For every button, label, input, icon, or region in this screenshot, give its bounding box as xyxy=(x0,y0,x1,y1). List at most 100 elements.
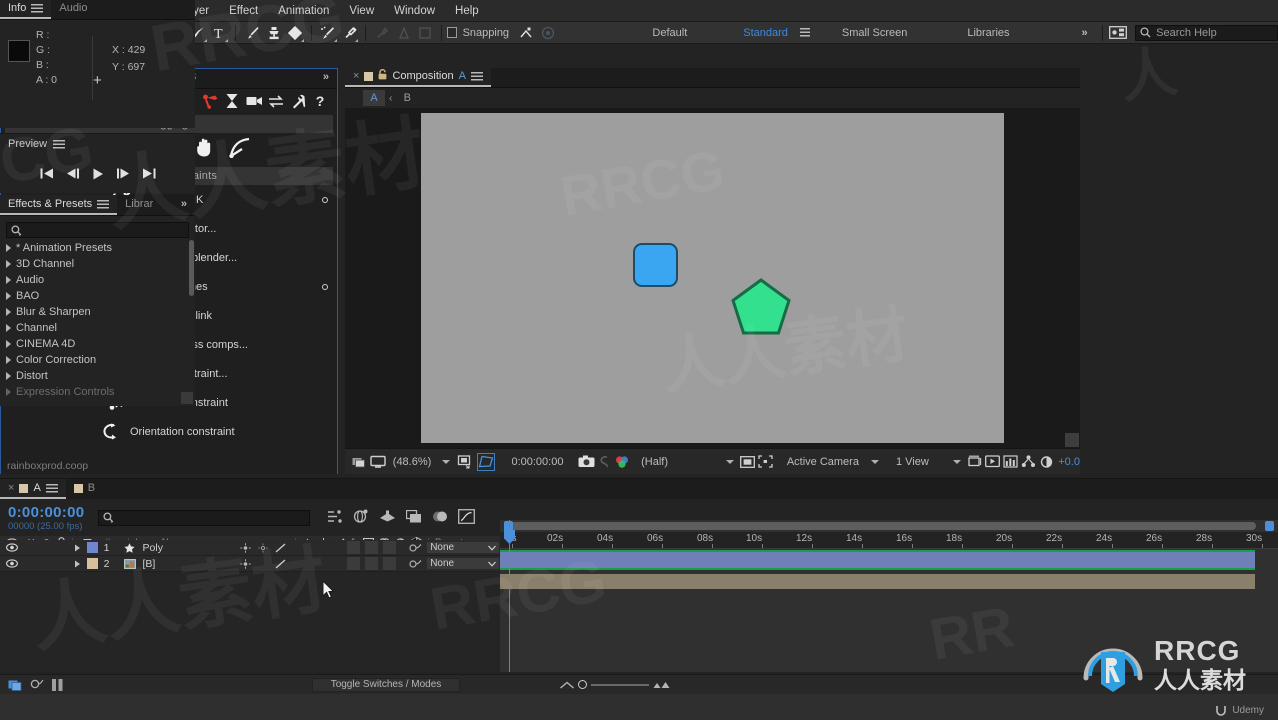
layer-label-swatch[interactable] xyxy=(85,556,100,572)
camera-dropdown-chevron-icon[interactable] xyxy=(871,460,879,464)
layer-extra-switches[interactable] xyxy=(343,540,405,556)
exchange-icon[interactable] xyxy=(265,91,287,111)
roto-brush-tool[interactable] xyxy=(317,22,339,43)
graph-editor-icon[interactable] xyxy=(458,509,475,527)
timeline-time-navigator[interactable] xyxy=(500,520,1278,532)
list-item[interactable]: Blur & Sharpen xyxy=(0,304,195,320)
layer-audio-toggle[interactable] xyxy=(23,540,38,556)
duik-item-orientation-constraint[interactable]: Orientation constraint xyxy=(1,417,337,446)
toggle-pixel-aspect-icon[interactable] xyxy=(757,451,775,473)
duik-footer-link[interactable]: rainboxprod.coop xyxy=(7,460,88,472)
chevron-right-icon[interactable] xyxy=(6,372,11,380)
layer-switches-icon[interactable] xyxy=(51,678,64,692)
eraser-tool[interactable] xyxy=(285,22,307,43)
brush-tool[interactable] xyxy=(241,22,263,43)
time-navigator-end-handle[interactable] xyxy=(1265,521,1274,531)
switch-slot[interactable] xyxy=(383,557,396,570)
info-panel-menu-icon[interactable] xyxy=(31,4,43,13)
wrench-icon[interactable] xyxy=(287,91,309,111)
show-snapshot-icon[interactable] xyxy=(595,451,613,473)
playhead[interactable] xyxy=(509,520,510,672)
menu-item-effect[interactable]: Effect xyxy=(219,0,268,22)
composition-resize-corner[interactable] xyxy=(1065,433,1079,447)
enable-motion-blur-icon[interactable] xyxy=(432,510,448,526)
type-tool[interactable]: T xyxy=(209,22,231,43)
time-ruler[interactable]: 0s 02s 04s 06s 08s 10s 12s 14s 16s 18s 2… xyxy=(500,532,1278,549)
chevron-right-icon[interactable] xyxy=(6,292,11,300)
camera-icon[interactable] xyxy=(243,91,265,111)
menu-item-help[interactable]: Help xyxy=(445,0,489,22)
resolution-dropdown-chevron-icon[interactable] xyxy=(726,460,734,464)
layer-extra-switches[interactable] xyxy=(343,556,405,572)
take-snapshot-icon[interactable] xyxy=(577,451,595,473)
fast-previews-icon[interactable] xyxy=(984,451,1002,473)
lock-icon[interactable] xyxy=(378,69,387,83)
play-icon[interactable] xyxy=(92,168,104,183)
frame-render-time-icon[interactable] xyxy=(8,678,23,692)
layer-name[interactable]: [B] xyxy=(138,556,235,572)
views-dropdown-chevron-icon[interactable] xyxy=(953,460,961,464)
switch-slot[interactable] xyxy=(347,541,360,554)
composition-timecode[interactable]: 0:00:00:00 xyxy=(499,451,569,473)
resolution-value[interactable]: (Half) xyxy=(631,451,674,473)
layer-switches[interactable] xyxy=(234,556,343,572)
next-frame-icon[interactable] xyxy=(116,168,130,182)
toggle-view-layout-icon[interactable] xyxy=(739,451,757,473)
exposure-icon[interactable] xyxy=(1037,451,1055,473)
auto-rig-options-icon[interactable] xyxy=(322,197,328,203)
parent-pick-whip-icon[interactable] xyxy=(405,540,426,556)
layer-solo-toggle[interactable] xyxy=(39,556,54,572)
puppet-starch-tool[interactable] xyxy=(393,22,415,43)
subtab-b[interactable]: B xyxy=(396,90,418,106)
chevron-right-icon[interactable] xyxy=(6,388,11,396)
preview-panel-menu-icon[interactable] xyxy=(53,140,65,149)
layer-expand-arrow[interactable] xyxy=(70,540,85,556)
layer-expand-arrow[interactable] xyxy=(70,556,85,572)
current-time-display[interactable]: 0:00:00:00 00000 (25.00 fps) xyxy=(8,504,84,532)
chevron-right-icon[interactable] xyxy=(6,324,11,332)
tab-effects-presets[interactable]: Effects & Presets xyxy=(0,195,117,215)
tab-audio[interactable]: Audio xyxy=(51,0,95,19)
list-item[interactable]: Expression Controls xyxy=(0,384,195,400)
zoom-slider-track[interactable] xyxy=(591,684,649,686)
workspace-small-screen[interactable]: Small Screen xyxy=(836,27,913,39)
effects-search-input[interactable] xyxy=(6,222,189,238)
rig-icon[interactable] xyxy=(199,91,221,111)
workspace-libraries[interactable]: Libraries xyxy=(961,27,1015,39)
hand-icon[interactable] xyxy=(195,137,216,161)
layer-switches[interactable] xyxy=(234,540,343,556)
draft-3d-icon[interactable] xyxy=(352,509,369,526)
layer-name[interactable]: Poly xyxy=(138,540,235,556)
layer-visibility-toggle[interactable] xyxy=(0,540,23,556)
always-preview-icon[interactable] xyxy=(351,451,369,473)
show-channel-icon[interactable] xyxy=(613,451,631,473)
close-icon[interactable]: × xyxy=(353,70,359,82)
workspace-default[interactable]: Default xyxy=(646,27,693,39)
zoom-dropdown-chevron-icon[interactable] xyxy=(442,460,450,464)
timeline-panel-menu-icon[interactable] xyxy=(46,484,58,493)
table-row[interactable]: 1 Poly None xyxy=(0,540,500,556)
effects-resize-corner[interactable] xyxy=(181,392,193,404)
puppet-pin-alt-tool[interactable] xyxy=(415,22,437,43)
timeline-search-input[interactable] xyxy=(98,510,310,526)
snapping-label[interactable]: Snapping xyxy=(457,27,516,39)
help-icon[interactable]: ? xyxy=(309,91,331,111)
switch-slot[interactable] xyxy=(365,557,378,570)
list-item[interactable]: 3D Channel xyxy=(0,256,195,272)
last-frame-icon[interactable] xyxy=(142,168,156,182)
comp-switches-icon[interactable] xyxy=(30,678,44,692)
first-frame-icon[interactable] xyxy=(40,168,54,182)
menu-item-view[interactable]: View xyxy=(339,0,384,22)
layer-lock-toggle[interactable] xyxy=(54,540,69,556)
tab-libraries[interactable]: Librar xyxy=(117,195,161,215)
chevron-right-icon[interactable] xyxy=(6,340,11,348)
toggle-mask-icon[interactable] xyxy=(477,453,495,471)
close-icon[interactable]: × xyxy=(8,482,14,494)
show-rulers-icon[interactable] xyxy=(966,451,984,473)
tab-composition-a[interactable]: × Composition A xyxy=(345,67,491,87)
list-item[interactable]: BAO xyxy=(0,288,195,304)
puppet-overlap-tool[interactable] xyxy=(371,22,393,43)
list-item[interactable]: Channel xyxy=(0,320,195,336)
constraint-icon[interactable] xyxy=(221,91,243,111)
layer-audio-toggle[interactable] xyxy=(23,556,38,572)
